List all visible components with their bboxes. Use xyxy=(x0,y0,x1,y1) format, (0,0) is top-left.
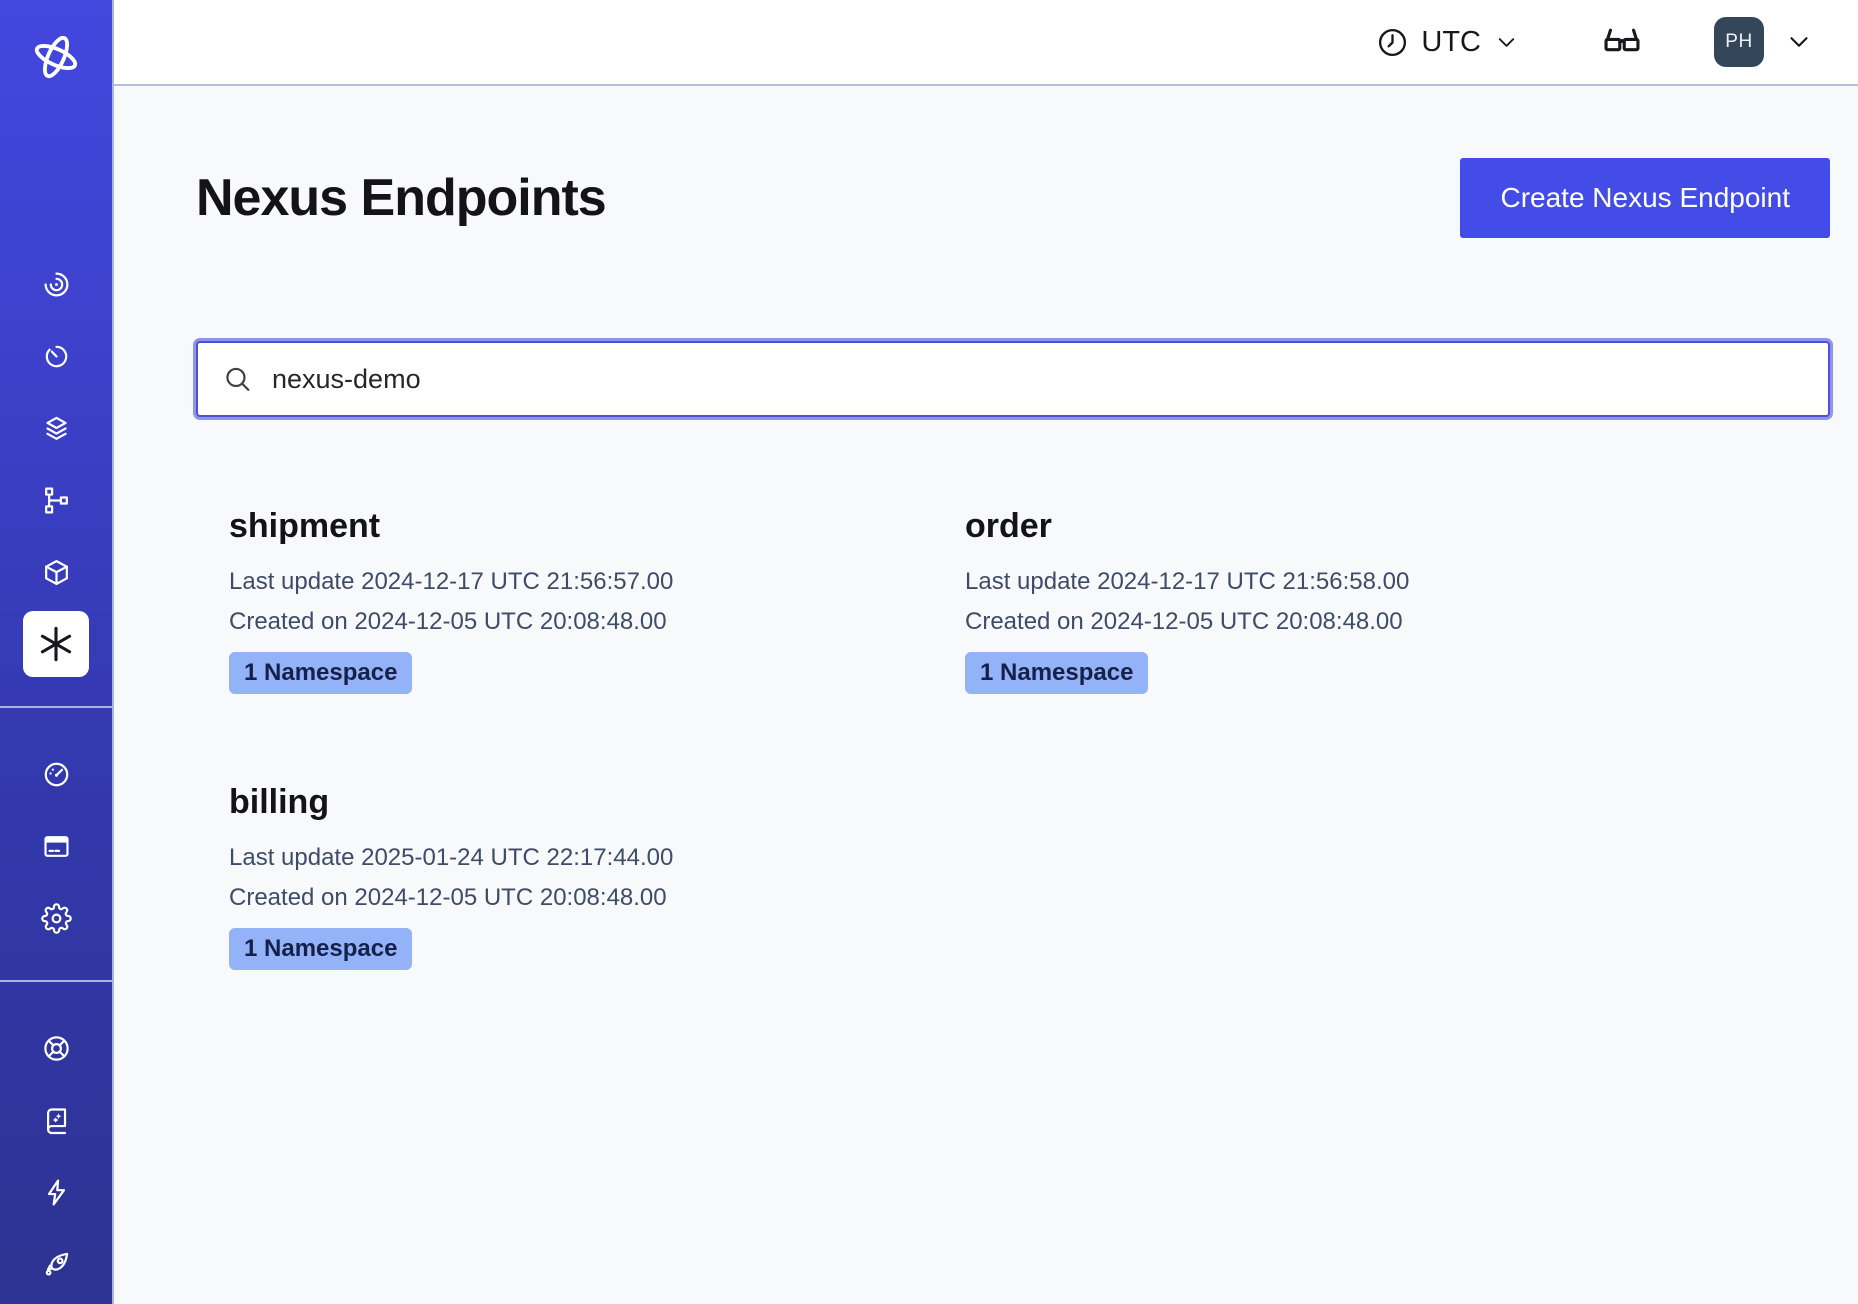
sidebar-item-usage[interactable] xyxy=(23,738,89,810)
main-area: UTC PH Nexus Endpoints Create Nexus Endp… xyxy=(114,0,1858,1304)
endpoint-created: Created on 2024-12-05 UTC 20:08:48.00 xyxy=(229,602,965,642)
sidebar-item-settings[interactable] xyxy=(23,882,89,954)
endpoint-card[interactable]: shipment Last update 2024-12-17 UTC 21:56… xyxy=(229,507,965,694)
layers-icon xyxy=(41,413,72,444)
sidebar-item-workers[interactable] xyxy=(23,536,89,608)
endpoint-name[interactable]: billing xyxy=(229,783,965,822)
sidebar-item-namespaces[interactable] xyxy=(23,392,89,464)
spiral-icon xyxy=(41,269,72,300)
page-title: Nexus Endpoints xyxy=(196,168,606,228)
sidebar-item-schedules[interactable] xyxy=(23,320,89,392)
timer-icon xyxy=(41,341,72,372)
gauge-icon xyxy=(41,759,72,790)
endpoint-name[interactable]: order xyxy=(965,507,1701,546)
sidebar-item-billing[interactable] xyxy=(23,810,89,882)
sidebar-item-nexus[interactable] xyxy=(23,611,89,677)
app-root: UTC PH Nexus Endpoints Create Nexus Endp… xyxy=(0,0,1858,1304)
book-sparkles-icon xyxy=(41,1105,72,1136)
endpoint-name[interactable]: shipment xyxy=(229,507,965,546)
timezone-selector[interactable]: UTC xyxy=(1376,26,1520,59)
create-nexus-endpoint-button[interactable]: Create Nexus Endpoint xyxy=(1460,158,1830,238)
invoice-icon xyxy=(41,831,72,862)
chevron-down-icon xyxy=(1784,27,1814,57)
content: Nexus Endpoints Create Nexus Endpoint sh… xyxy=(114,86,1858,970)
timezone-label: UTC xyxy=(1421,26,1481,59)
endpoint-card[interactable]: order Last update 2024-12-17 UTC 21:56:58… xyxy=(965,507,1701,694)
endpoint-created: Created on 2024-12-05 UTC 20:08:48.00 xyxy=(229,878,965,918)
sidebar-item-getting-started[interactable] xyxy=(23,1228,89,1300)
page-header: Nexus Endpoints Create Nexus Endpoint xyxy=(196,158,1830,238)
gear-icon xyxy=(41,903,72,934)
sidebar-group xyxy=(0,248,112,680)
lifebuoy-icon xyxy=(41,1033,72,1064)
namespace-count-badge: 1 Namespace xyxy=(965,652,1148,694)
search-input[interactable] xyxy=(196,341,1830,417)
account-menu[interactable]: PH xyxy=(1714,17,1814,67)
sidebar-divider xyxy=(0,706,113,708)
endpoint-card[interactable]: billing Last update 2025-01-24 UTC 22:17:… xyxy=(229,783,965,970)
endpoint-last-update: Last update 2025-01-24 UTC 22:17:44.00 xyxy=(229,838,965,878)
sidebar xyxy=(0,0,114,1304)
search-container xyxy=(196,341,1830,417)
endpoint-created: Created on 2024-12-05 UTC 20:08:48.00 xyxy=(965,602,1701,642)
sidebar-item-workflows[interactable] xyxy=(23,248,89,320)
sidebar-divider xyxy=(0,980,113,982)
cube-icon xyxy=(41,557,72,588)
sidebar-group xyxy=(0,738,112,954)
sidebar-item-feedback[interactable] xyxy=(23,1156,89,1228)
lightning-icon xyxy=(41,1177,72,1208)
clock-icon xyxy=(1376,26,1409,59)
sidebar-item-docs[interactable] xyxy=(23,1084,89,1156)
avatar: PH xyxy=(1714,17,1764,67)
endpoint-last-update: Last update 2024-12-17 UTC 21:56:57.00 xyxy=(229,562,965,602)
sidebar-item-deployments[interactable] xyxy=(23,464,89,536)
namespace-count-badge: 1 Namespace xyxy=(229,652,412,694)
chevron-down-icon xyxy=(1493,29,1520,56)
namespace-count-badge: 1 Namespace xyxy=(229,928,412,970)
topbar: UTC PH xyxy=(114,0,1858,86)
workflow-tree-icon xyxy=(41,485,72,516)
asterisk-icon xyxy=(34,622,78,666)
temporal-logo-icon xyxy=(27,28,85,86)
endpoint-last-update: Last update 2024-12-17 UTC 21:56:58.00 xyxy=(965,562,1701,602)
sidebar-nav xyxy=(0,248,112,1300)
endpoints-grid: shipmentLast update 2024-12-17 UTC 21:56… xyxy=(196,507,1830,970)
sidebar-group xyxy=(0,1012,112,1300)
rocket-icon xyxy=(41,1249,72,1280)
reader-mode-button[interactable] xyxy=(1600,20,1644,64)
eyeglasses-icon xyxy=(1600,20,1644,64)
sidebar-item-support[interactable] xyxy=(23,1012,89,1084)
search-icon xyxy=(222,364,253,395)
